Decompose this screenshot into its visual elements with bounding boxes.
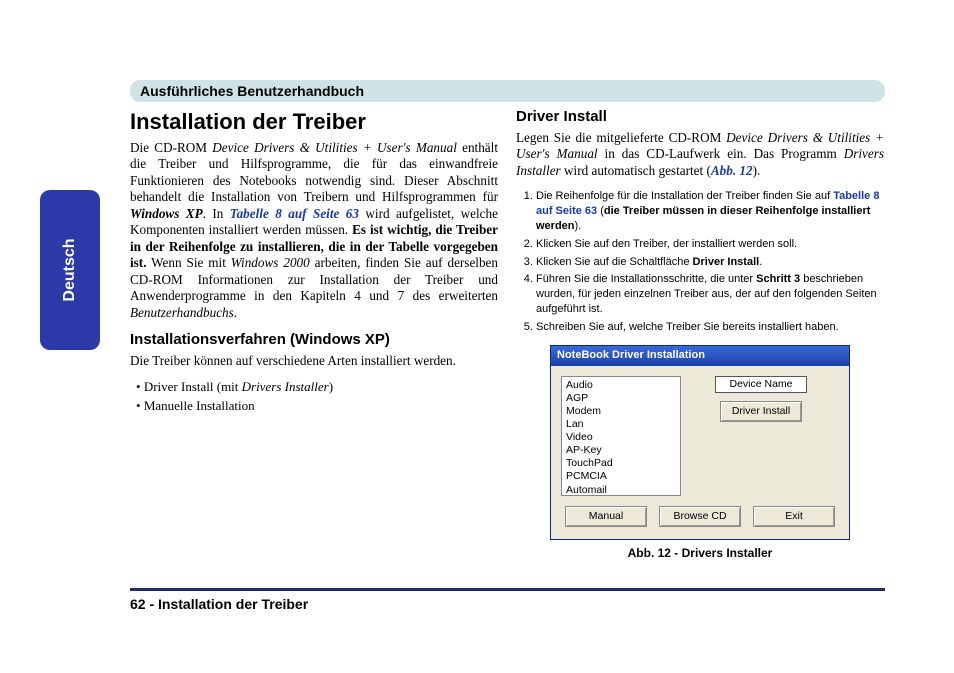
install-steps: Die Reihenfolge für die Installation der… [516, 189, 884, 335]
driver-install-paragraph: Legen Sie die mitgelieferte CD-ROM Devic… [516, 130, 884, 180]
page-content: Ausführliches Benutzerhandbuch Installat… [130, 80, 885, 561]
list-item: Driver Install (mit Drivers Installer) [136, 379, 498, 395]
intro-paragraph: Die CD-ROM Device Drivers & Utilities + … [130, 140, 498, 322]
language-tab: Deutsch [40, 190, 100, 350]
table8-link[interactable]: Tabelle 8 auf Seite 63 [230, 206, 359, 221]
list-item[interactable]: Automail [566, 484, 676, 496]
exit-button[interactable]: Exit [753, 506, 835, 527]
list-item: Führen Sie die Installationsschritte, di… [536, 272, 884, 317]
driver-listbox[interactable]: Audio AGP Modem Lan Video AP-Key TouchPa… [561, 376, 681, 496]
list-item: Klicken Sie auf den Treiber, der install… [536, 237, 884, 252]
list-item[interactable]: Modem [566, 405, 676, 418]
list-item[interactable]: Audio [566, 379, 676, 392]
list-item: Manuelle Installation [136, 398, 498, 414]
section-driver-install: Driver Install [516, 108, 884, 127]
list-item[interactable]: Video [566, 431, 676, 444]
driver-install-button[interactable]: Driver Install [720, 401, 802, 422]
footer-rule [130, 588, 885, 591]
install-proc-text: Die Treiber können auf verschiedene Arte… [130, 353, 498, 370]
footer-text: 62 - Installation der Treiber [130, 596, 308, 612]
list-item[interactable]: AGP [566, 392, 676, 405]
right-column: Driver Install Legen Sie die mitgeliefer… [516, 108, 884, 561]
language-tab-label: Deutsch [61, 238, 79, 301]
window-titlebar: NoteBook Driver Installation [551, 346, 849, 366]
figure-drivers-installer: NoteBook Driver Installation Audio AGP M… [516, 345, 884, 561]
header-banner: Ausführliches Benutzerhandbuch [130, 80, 885, 102]
install-methods-list: Driver Install (mit Drivers Installer) M… [130, 379, 498, 414]
list-item[interactable]: TouchPad [566, 457, 676, 470]
list-item: Schreiben Sie auf, welche Treiber Sie be… [536, 320, 884, 335]
section-install-proc: Installationsverfahren (Windows XP) [130, 331, 498, 350]
device-name-field: Device Name [715, 376, 807, 393]
figure-caption: Abb. 12 - Drivers Installer [628, 546, 773, 561]
abb12-link[interactable]: Abb. 12 [711, 163, 753, 178]
list-item: Die Reihenfolge für die Installation der… [536, 189, 884, 234]
list-item[interactable]: Lan [566, 418, 676, 431]
list-item[interactable]: AP-Key [566, 444, 676, 457]
browse-cd-button[interactable]: Browse CD [659, 506, 741, 527]
window-drivers-installer: NoteBook Driver Installation Audio AGP M… [550, 345, 850, 540]
left-column: Installation der Treiber Die CD-ROM Devi… [130, 108, 498, 561]
manual-button[interactable]: Manual [565, 506, 647, 527]
header-banner-text: Ausführliches Benutzerhandbuch [140, 83, 364, 99]
list-item: Klicken Sie auf die Schaltfläche Driver … [536, 255, 884, 270]
page-title: Installation der Treiber [130, 108, 498, 136]
list-item[interactable]: PCMCIA [566, 470, 676, 483]
